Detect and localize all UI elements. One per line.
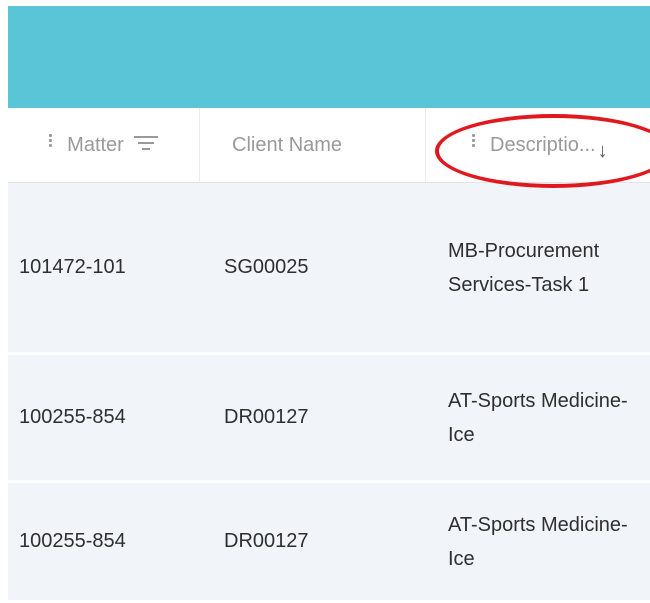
client-name-cell: DR00127 xyxy=(224,406,309,428)
column-header-client-name[interactable]: Client Name xyxy=(200,108,426,182)
screenshot-frame: Matter Client Name Descriptio... ↓ 10147… xyxy=(0,0,650,603)
description-text: AT-Sports Medicine-Ice xyxy=(448,389,628,446)
client-name-cell: SG00025 xyxy=(224,256,309,278)
filter-icon[interactable] xyxy=(133,135,158,151)
sort-descending-icon[interactable]: ↓ xyxy=(598,140,608,163)
column-header-description[interactable]: Descriptio... ↓ xyxy=(426,108,650,182)
table-row[interactable]: 101472-101 SG00025 MB-Procurement Servic… xyxy=(8,183,650,355)
header-banner xyxy=(8,6,650,108)
description-cell: AT-Sports Medicine-Ice xyxy=(448,483,648,600)
column-header-matter[interactable]: Matter xyxy=(8,108,200,182)
column-label-matter: Matter xyxy=(67,133,124,156)
description-text: MB-Procurement Services-Task 1 xyxy=(448,239,600,296)
description-text: AT-Sports Medicine-Ice xyxy=(448,513,628,570)
description-cell: MB-Procurement Services-Task 1 xyxy=(448,183,648,352)
drag-handle-icon[interactable] xyxy=(49,134,53,148)
client-name-cell: DR00127 xyxy=(224,530,309,552)
description-cell: AT-Sports Medicine-Ice xyxy=(448,355,648,480)
matter-cell: 100255-854 xyxy=(19,406,126,428)
table-row[interactable]: 100255-854 DR00127 AT-Sports Medicine-Ic… xyxy=(8,355,650,483)
matter-cell: 101472-101 xyxy=(19,256,126,278)
drag-handle-icon[interactable] xyxy=(472,134,476,148)
column-label-description: Descriptio... xyxy=(490,133,596,156)
column-label-client-name: Client Name xyxy=(232,133,343,156)
grid-header-row: Matter Client Name Descriptio... ↓ xyxy=(8,108,650,183)
matter-cell: 100255-854 xyxy=(19,530,126,552)
table-row[interactable]: 100255-854 DR00127 AT-Sports Medicine-Ic… xyxy=(8,483,650,603)
data-grid: Matter Client Name Descriptio... ↓ 10147… xyxy=(8,108,650,603)
